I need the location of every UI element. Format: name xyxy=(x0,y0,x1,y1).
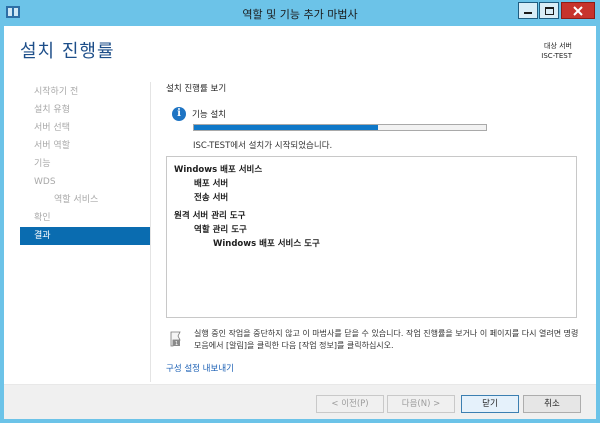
window-frame-left xyxy=(0,26,4,423)
svg-text:1: 1 xyxy=(175,341,178,347)
window-title: 역할 및 기능 추가 마법사 xyxy=(242,8,358,21)
cancel-button[interactable]: 취소 xyxy=(523,395,581,413)
nav-item[interactable]: 서버 선택 xyxy=(20,119,150,137)
results-list[interactable]: Windows 배포 서비스배포 서버전송 서버원격 서버 관리 도구역할 관리… xyxy=(166,156,577,318)
result-item: Windows 배포 서비스 xyxy=(174,165,263,175)
nav-item[interactable]: 기능 xyxy=(20,155,150,173)
next-button[interactable]: 다음(N) > xyxy=(387,395,455,413)
window-frame-right xyxy=(596,26,600,423)
nav-item[interactable]: 시작하기 전 xyxy=(20,83,150,101)
title-bar: 역할 및 기능 추가 마법사 xyxy=(0,0,600,26)
progress-bar xyxy=(193,124,487,131)
nav-item[interactable]: 확인 xyxy=(20,209,150,227)
result-item: 원격 서버 관리 도구 xyxy=(174,211,246,221)
result-item: 배포 서버 xyxy=(194,179,229,189)
status-message: ISC-TEST에서 설치가 시작되었습니다. xyxy=(193,141,333,151)
nav-item[interactable]: 역할 서비스 xyxy=(20,191,150,209)
target-server: 대상 서버 ISC-TEST xyxy=(541,41,572,61)
target-server-label: 대상 서버 xyxy=(544,42,572,50)
maximize-button[interactable] xyxy=(539,2,559,19)
wizard-nav: 시작하기 전 설치 유형 서버 선택 서버 역할 기능 WDS 역할 서비스 확인 결과 xyxy=(20,83,150,245)
nav-item[interactable]: 서버 역할 xyxy=(20,137,150,155)
previous-button[interactable]: < 이전(P) xyxy=(316,395,384,413)
nav-item[interactable]: 결과 xyxy=(20,227,150,245)
target-server-name: ISC-TEST xyxy=(541,52,572,60)
nav-divider xyxy=(150,82,151,382)
nav-item[interactable]: 설치 유형 xyxy=(20,101,150,119)
result-item: 역할 관리 도구 xyxy=(194,225,247,235)
export-settings-link[interactable]: 구성 설정 내보내기 xyxy=(166,362,234,374)
close-button[interactable]: 닫기 xyxy=(461,395,519,413)
maximize-icon xyxy=(544,6,554,15)
result-item: Windows 배포 서비스 도구 xyxy=(213,239,320,249)
status-label: 기능 설치 xyxy=(192,110,226,120)
nav-item[interactable]: WDS xyxy=(20,173,150,191)
close-window-button[interactable] xyxy=(561,2,595,19)
section-title: 설치 진행률 보기 xyxy=(166,84,227,94)
window-frame-bottom xyxy=(0,419,600,423)
result-item: 전송 서버 xyxy=(194,193,229,203)
progress-fill xyxy=(194,125,378,130)
page-title: 설치 진행률 xyxy=(20,41,115,62)
minimize-button[interactable] xyxy=(518,2,538,19)
info-icon: i xyxy=(172,107,186,121)
minimize-icon xyxy=(524,12,532,14)
close-icon xyxy=(573,5,583,16)
flag-notice-icon: 1 xyxy=(170,331,181,347)
notice-text: 실행 중인 작업을 중단하지 않고 이 마법사를 닫을 수 있습니다. 작업 진… xyxy=(194,329,579,350)
